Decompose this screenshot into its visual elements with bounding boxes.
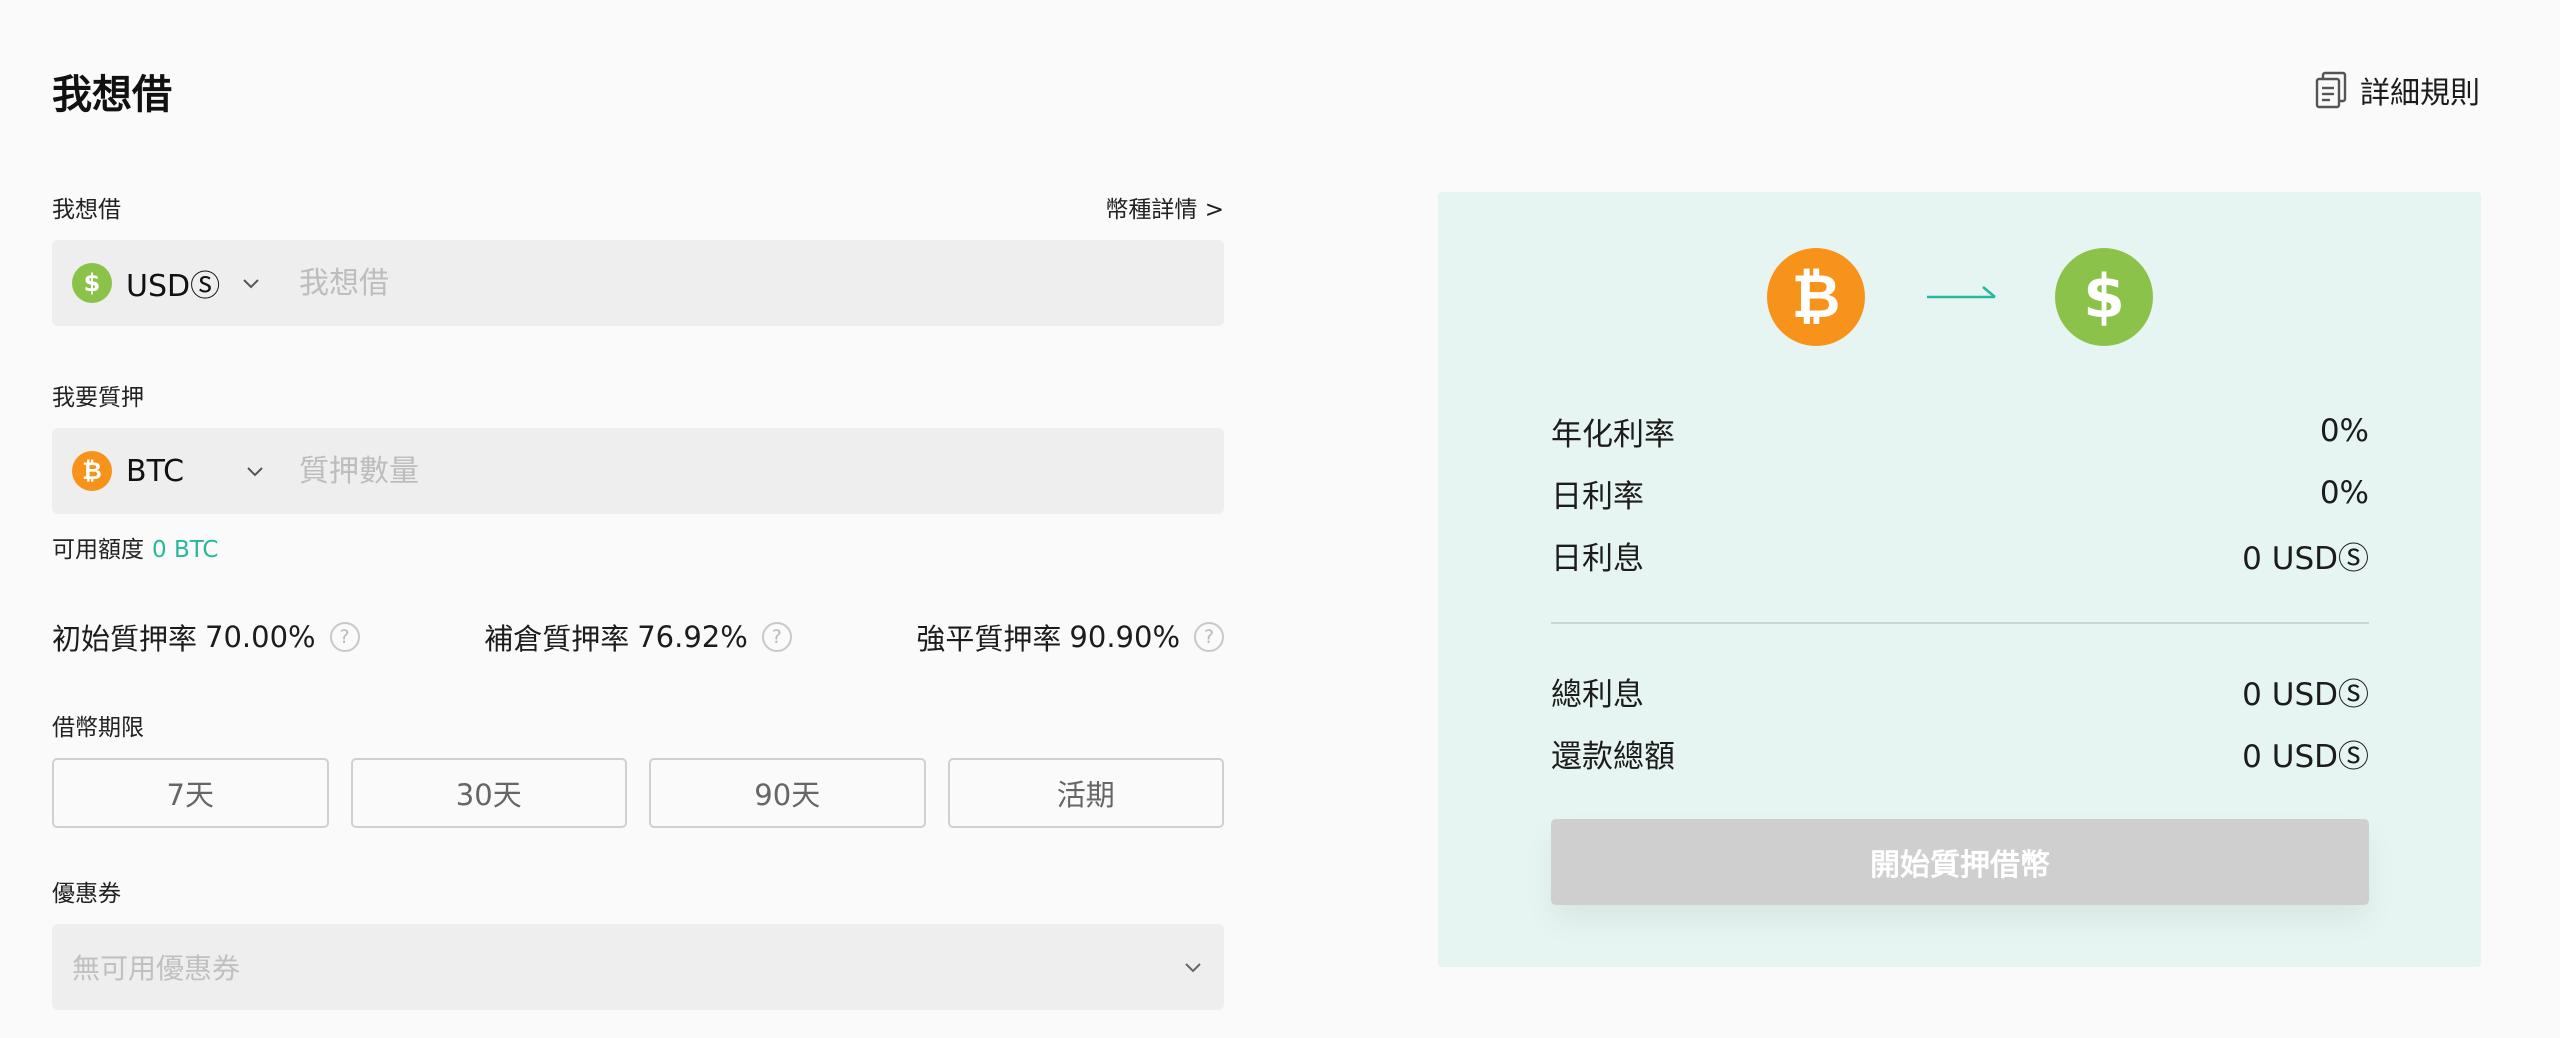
ratio-label: 初始質押率 [52, 622, 198, 656]
collateral-label: 我要質押 [52, 385, 144, 411]
ratio-label: 強平質押率 [916, 622, 1062, 656]
start-pledge-borrow-button[interactable]: 開始質押借幣 [1551, 819, 2369, 905]
coupon-label: 優惠券 [52, 881, 121, 907]
bitcoin-icon: ₿ [72, 451, 112, 491]
help-icon[interactable]: ? [329, 622, 360, 652]
collateral-amount-input[interactable] [299, 428, 1204, 514]
chevron-down-icon [243, 279, 259, 289]
borrow-coin-label: USDⓈ [126, 269, 221, 304]
stat-label: 日利率 [1551, 478, 1644, 515]
available-label: 可用額度 [52, 537, 144, 563]
ratio-value: 70.00% [205, 620, 316, 654]
term-option-flexible[interactable]: 活期 [947, 758, 1224, 828]
rate-stats: 年化利率 0% 日利率 0% 日利息 0 USDⓈ [1551, 400, 2369, 586]
initial-ratio: 初始質押率 70.00% ? [52, 616, 360, 658]
coupon-select[interactable]: 無可用優惠券 [52, 924, 1224, 1010]
borrow-label-row: 我想借 幣種詳情 > [52, 190, 1224, 224]
borrow-input-box: $ USDⓈ [52, 240, 1224, 326]
stat-row: 還款總額 0 USDⓈ [1551, 722, 2369, 784]
term-label: 借幣期限 [52, 715, 144, 741]
coupon-value: 無可用優惠券 [72, 952, 241, 985]
borrow-page: 我想借 詳細規則 我想借 幣種詳情 > $ USDⓈ 我要質押 [0, 0, 2560, 1038]
stat-value: 0% [2319, 475, 2369, 511]
stat-label: 還款總額 [1551, 738, 1675, 775]
rules-link[interactable]: 詳細規則 [2314, 68, 2480, 112]
collateral-input-box: ₿ BTC [52, 428, 1224, 514]
term-option-7d[interactable]: 7天 [52, 758, 329, 828]
divider [1551, 622, 2369, 624]
stat-value: 0% [2319, 413, 2369, 449]
borrow-coin-select[interactable]: $ USDⓈ [72, 261, 299, 305]
chevron-down-icon [247, 467, 263, 477]
conversion-flow: ₿ $ [1438, 248, 2481, 346]
stat-row: 日利率 0% [1551, 462, 2369, 524]
page-title: 我想借 [52, 72, 172, 118]
stat-value: 0 USDⓈ [2242, 540, 2369, 577]
summary-panel: ₿ $ 年化利率 0% 日利率 0% 日利息 0 USDⓈ 總利息 0 USDⓈ… [1438, 192, 2481, 967]
dollar-coin-icon: $ [72, 263, 112, 303]
stat-value: 0 USDⓈ [2242, 676, 2369, 713]
available-value: 0 BTC [152, 537, 219, 563]
arrow-right-icon [1927, 286, 1996, 299]
term-option-30d[interactable]: 30天 [350, 758, 627, 828]
total-stats: 總利息 0 USDⓈ 還款總額 0 USDⓈ [1551, 660, 2369, 784]
available-balance: 可用額度 0 BTC [52, 530, 1224, 564]
borrow-label: 我想借 [52, 197, 121, 223]
stat-row: 日利息 0 USDⓈ [1551, 524, 2369, 586]
stat-label: 日利息 [1551, 540, 1644, 577]
liquidation-ratio: 強平質押率 90.90% ? [916, 616, 1224, 658]
borrow-form: 我想借 幣種詳情 > $ USDⓈ 我要質押 ₿ BTC 可用額度 0 BTC [52, 190, 1224, 1010]
ratio-value: 90.90% [1069, 620, 1180, 654]
help-icon[interactable]: ? [761, 622, 792, 652]
stat-row: 年化利率 0% [1551, 400, 2369, 462]
collateral-coin-label: BTC [126, 453, 185, 489]
rules-label: 詳細規則 [2360, 76, 2480, 111]
ratio-row: 初始質押率 70.00% ? 補倉質押率 76.92% ? 強平質押率 90.9… [52, 616, 1224, 658]
bitcoin-icon: ₿ [1767, 248, 1865, 346]
term-option-90d[interactable]: 90天 [649, 758, 926, 828]
document-icon [2314, 71, 2348, 109]
stat-row: 總利息 0 USDⓈ [1551, 660, 2369, 722]
stat-label: 總利息 [1551, 676, 1644, 713]
help-icon[interactable]: ? [1194, 622, 1224, 652]
margin-call-ratio: 補倉質押率 76.92% ? [484, 616, 792, 658]
collateral-coin-select[interactable]: ₿ BTC [72, 451, 299, 491]
dollar-coin-icon: $ [2055, 248, 2153, 346]
ratio-value: 76.92% [637, 620, 748, 654]
term-options: 7天 30天 90天 活期 [52, 758, 1224, 828]
ratio-label: 補倉質押率 [484, 622, 630, 656]
chevron-down-icon [1185, 963, 1201, 973]
coin-details-link[interactable]: 幣種詳情 > [1105, 190, 1224, 224]
stat-label: 年化利率 [1551, 416, 1675, 453]
stat-value: 0 USDⓈ [2242, 738, 2369, 775]
borrow-amount-input[interactable] [299, 240, 1204, 326]
